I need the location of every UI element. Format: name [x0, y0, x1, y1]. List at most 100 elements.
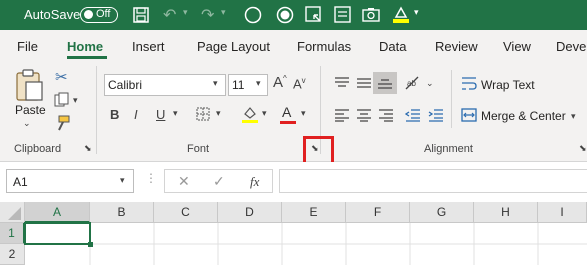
align-right-icon[interactable]	[378, 108, 394, 122]
align-left-icon[interactable]	[334, 108, 350, 122]
cut-icon[interactable]: ✂	[55, 68, 68, 86]
autosave-toggle[interactable]: Off	[80, 7, 118, 23]
column-header[interactable]: F	[346, 202, 410, 223]
highlight-color-icon[interactable]	[391, 5, 411, 25]
undo-icon[interactable]: ↶	[163, 5, 176, 25]
select-all-corner[interactable]	[0, 202, 25, 223]
name-box-value: A1	[13, 175, 28, 189]
orientation-icon[interactable]: ab	[403, 74, 421, 92]
undo-dropdown-icon[interactable]: ▾	[183, 7, 188, 18]
insert-function-icon[interactable]: fx	[250, 174, 259, 190]
bottom-align-icon[interactable]	[377, 76, 393, 90]
row-header[interactable]: 1	[0, 223, 25, 244]
font-name-box[interactable]: Calibri ▾	[104, 74, 226, 96]
increase-indent-icon[interactable]	[428, 108, 444, 122]
cell-grid[interactable]	[25, 223, 587, 265]
merge-center-icon[interactable]	[461, 107, 477, 123]
customize-toolbar-icon[interactable]: ▾	[414, 7, 419, 18]
enter-icon[interactable]: ✓	[213, 173, 225, 190]
fill-handle[interactable]	[88, 242, 93, 247]
column-header[interactable]: E	[282, 202, 346, 223]
save-icon[interactable]	[133, 7, 149, 23]
tab-data[interactable]: Data	[379, 39, 406, 54]
record-icon[interactable]	[276, 6, 294, 24]
quick-access-draw-icon[interactable]	[244, 6, 262, 24]
copy-dropdown-icon[interactable]: ▾	[73, 95, 78, 106]
column-header[interactable]: C	[154, 202, 218, 223]
redo-dropdown-icon[interactable]: ▾	[221, 7, 226, 18]
redo-icon[interactable]: ↷	[201, 5, 214, 25]
font-group-label: Font	[187, 143, 210, 155]
paste-dropdown-icon[interactable]: ⌄	[23, 118, 31, 129]
cancel-icon[interactable]: ✕	[178, 173, 190, 190]
font-size-box[interactable]: 11 ▾	[228, 74, 268, 96]
ribbon-tabs: File Home Insert Page Layout Formulas Da…	[0, 30, 587, 60]
form-icon[interactable]	[334, 6, 352, 24]
paste-icon[interactable]	[14, 68, 44, 102]
ribbon: Paste ⌄ ✂ ▾ Clipboard ⬊ Calibri ▾ 11 ▾ A…	[0, 60, 587, 162]
underline-dropdown-icon[interactable]: ▾	[173, 108, 178, 119]
tab-review[interactable]: Review	[435, 39, 478, 54]
font-size-dropdown-icon[interactable]: ▾	[256, 78, 261, 89]
column-header[interactable]: G	[410, 202, 474, 223]
font-name-dropdown-icon[interactable]: ▾	[213, 78, 218, 89]
column-header[interactable]: I	[538, 202, 587, 223]
autosave-label: AutoSave	[24, 7, 81, 22]
fill-color-icon[interactable]	[241, 104, 259, 124]
merge-center-label[interactable]: Merge & Center	[481, 109, 566, 123]
font-color-icon[interactable]: A	[282, 104, 291, 120]
borders-icon[interactable]	[196, 107, 210, 121]
name-box-dropdown-icon[interactable]: ▾	[120, 175, 125, 186]
font-size-value: 11	[232, 78, 245, 92]
column-header[interactable]: B	[90, 202, 154, 223]
bold-button[interactable]: B	[110, 107, 119, 122]
formula-bar-grip-icon: ⋮	[145, 171, 157, 185]
tab-formulas[interactable]: Formulas	[297, 39, 351, 54]
paste-label[interactable]: Paste	[15, 103, 46, 117]
formula-bar: A1 ▾ ⋮ ✕ ✓ fx	[0, 162, 587, 202]
tab-page-layout[interactable]: Page Layout	[197, 39, 270, 54]
fill-color-dropdown-icon[interactable]: ▾	[262, 108, 267, 119]
tab-file[interactable]: File	[17, 39, 38, 54]
active-tab-indicator	[67, 56, 107, 59]
column-header[interactable]: A	[25, 202, 90, 223]
sheet-switch-icon[interactable]	[305, 6, 323, 24]
group-separator	[96, 66, 97, 154]
align-center-icon[interactable]	[356, 108, 372, 122]
decrease-font-size-icon[interactable]: Av	[293, 76, 306, 91]
orientation-dropdown-icon[interactable]: ⌄	[426, 78, 434, 89]
top-align-icon[interactable]	[334, 76, 350, 90]
font-color-swatch	[280, 121, 296, 124]
italic-button[interactable]: I	[134, 107, 138, 122]
tab-developer[interactable]: Deve	[556, 39, 586, 54]
tab-view[interactable]: View	[503, 39, 531, 54]
borders-dropdown-icon[interactable]: ▾	[216, 108, 221, 119]
increase-font-size-icon[interactable]: A^	[273, 74, 287, 91]
underline-button[interactable]: U	[156, 107, 165, 122]
format-painter-icon[interactable]	[54, 115, 70, 131]
clipboard-group-label: Clipboard	[14, 143, 62, 155]
toggle-knob	[84, 10, 93, 19]
clipboard-launcher-icon[interactable]: ⬊	[84, 143, 92, 154]
font-color-dropdown-icon[interactable]: ▾	[301, 108, 306, 119]
formula-input[interactable]	[279, 169, 587, 193]
column-header[interactable]: H	[474, 202, 538, 223]
merge-center-dropdown-icon[interactable]: ▾	[571, 111, 576, 122]
camera-icon[interactable]	[362, 6, 380, 24]
name-box[interactable]: A1 ▾	[6, 169, 134, 193]
alignment-launcher-icon[interactable]: ⬊	[579, 143, 587, 154]
font-name-value: Calibri	[108, 78, 143, 92]
selected-cell-a1[interactable]	[24, 222, 91, 245]
copy-icon[interactable]	[54, 92, 70, 108]
middle-align-icon[interactable]	[356, 76, 372, 90]
wrap-text-label[interactable]: Wrap Text	[481, 78, 535, 92]
alignment-inner-separator	[451, 70, 452, 128]
column-header[interactable]: D	[218, 202, 282, 223]
svg-text:ab: ab	[407, 79, 416, 88]
wrap-text-icon[interactable]	[461, 76, 477, 92]
tab-home[interactable]: Home	[67, 39, 103, 54]
decrease-indent-icon[interactable]	[405, 108, 421, 122]
highlight-box	[303, 136, 334, 165]
formula-buttons: ✕ ✓ fx	[164, 169, 273, 193]
tab-insert[interactable]: Insert	[132, 39, 165, 54]
